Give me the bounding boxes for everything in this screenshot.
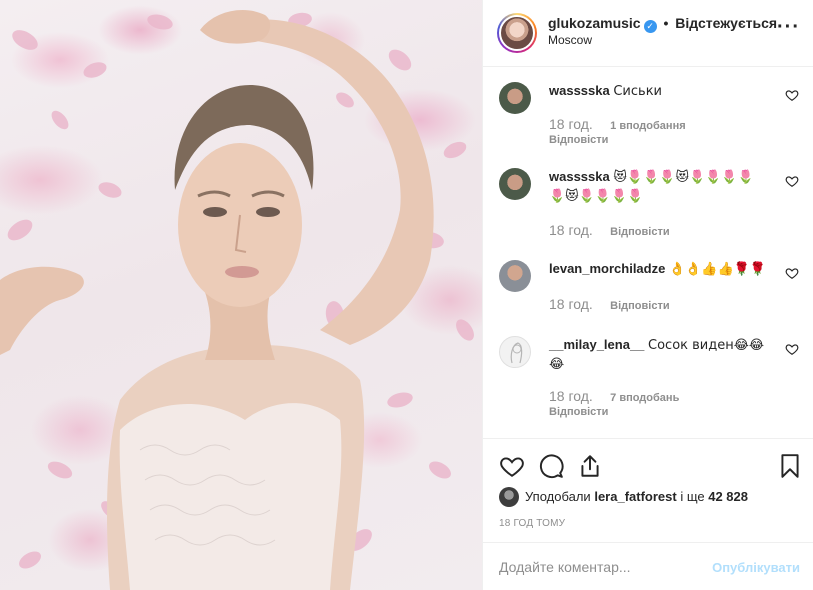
- commenter-avatar[interactable]: [499, 168, 531, 200]
- comment-icon[interactable]: [538, 453, 564, 479]
- commenter-username[interactable]: wasssska: [549, 83, 610, 98]
- sketch-avatar-icon: [510, 342, 523, 364]
- liker-avatar[interactable]: [499, 487, 519, 507]
- author-avatar[interactable]: [499, 15, 535, 51]
- comment-heart-icon[interactable]: [785, 342, 799, 356]
- publish-button[interactable]: Опублікувати: [712, 560, 800, 575]
- comment-time[interactable]: 18 год.: [549, 388, 593, 404]
- comment-reply-button[interactable]: Відповісти: [610, 226, 669, 238]
- add-comment-bar: Опублікувати: [483, 542, 813, 590]
- comment-heart-icon[interactable]: [785, 174, 799, 188]
- comment-meta: 18 год. 1 вподобання: [549, 116, 686, 132]
- comment-reply-button[interactable]: Відповісти: [549, 134, 608, 146]
- author-avatar-ring[interactable]: [497, 13, 537, 53]
- likes-summary: Уподобали lera_fatforest і ще 42 828: [499, 487, 748, 507]
- likes-prefix: Уподобали: [525, 489, 591, 504]
- share-icon[interactable]: [577, 453, 603, 479]
- commenter-username[interactable]: wasssska: [549, 169, 610, 184]
- comment-likes[interactable]: 7 вподобань: [610, 392, 679, 404]
- post-header: glukozamusic ✓ • Відстежується Moscow ···: [483, 0, 813, 67]
- comment-body: levan_morchiladze 👌👌👍👍🌹🌹: [549, 260, 769, 279]
- comment-text: Сиськи: [613, 84, 662, 99]
- liker-username[interactable]: lera_fatforest: [594, 489, 676, 504]
- post-time-ago[interactable]: 18 ГОД ТОМУ: [499, 518, 565, 529]
- comment-item: wasssska 😻🌷🌷🌷😻🌷🌷🌷🌷🌷😻🌷🌷🌷🌷 18 год. Відпові…: [499, 168, 799, 248]
- separator-dot: •: [663, 15, 669, 31]
- comment-reply-button[interactable]: Відповісти: [610, 300, 669, 312]
- heart-icon[interactable]: [499, 453, 525, 479]
- comment-meta: 18 год. 7 вподобань: [549, 388, 679, 404]
- comment-time[interactable]: 18 год.: [549, 222, 593, 238]
- more-options-icon[interactable]: ···: [777, 17, 800, 37]
- comment-input[interactable]: [499, 557, 699, 577]
- comment-time[interactable]: 18 год.: [549, 296, 593, 312]
- comment-meta: 18 год. Відповісти: [549, 296, 670, 312]
- comment-body: wasssska 😻🌷🌷🌷😻🌷🌷🌷🌷🌷😻🌷🌷🌷🌷: [549, 168, 769, 206]
- comment-body: wasssska Сиськи: [549, 82, 769, 101]
- comment-heart-icon[interactable]: [785, 88, 799, 102]
- commenter-avatar[interactable]: [499, 336, 531, 368]
- comment-reply-button[interactable]: Відповісти: [549, 406, 608, 418]
- author-username[interactable]: glukozamusic: [548, 15, 641, 31]
- bookmark-icon[interactable]: [777, 453, 803, 479]
- commenter-avatar[interactable]: [499, 260, 531, 292]
- post-photo[interactable]: [0, 0, 482, 590]
- comment-item: wasssska Сиськи 18 год. 1 вподобання Від…: [499, 82, 799, 152]
- comment-time[interactable]: 18 год.: [549, 116, 593, 132]
- commenter-username[interactable]: __milay_lena__: [549, 337, 644, 352]
- comment-meta: 18 год. Відповісти: [549, 222, 670, 238]
- commenter-avatar[interactable]: [499, 82, 531, 114]
- comments-list[interactable]: wasssska Сиськи 18 год. 1 вподобання Від…: [483, 68, 813, 438]
- post-side-panel: glukozamusic ✓ • Відстежується Moscow ···…: [482, 0, 813, 590]
- comment-item: levan_morchiladze 👌👌👍👍🌹🌹 18 год. Відпові…: [499, 260, 799, 320]
- verified-badge-icon: ✓: [643, 20, 657, 33]
- comment-item: __milay_lena__ Сосок виден😂😂😂 18 год. 7 …: [499, 336, 799, 426]
- comment-body: __milay_lena__ Сосок виден😂😂😂: [549, 336, 769, 374]
- comment-text: 👌👌👍👍🌹🌹: [668, 262, 767, 277]
- likes-count[interactable]: 42 828: [708, 489, 748, 504]
- likes-suffix: і ще: [680, 489, 705, 504]
- follow-state-button[interactable]: Відстежується: [675, 15, 777, 31]
- comment-heart-icon[interactable]: [785, 266, 799, 280]
- post-location[interactable]: Moscow: [548, 33, 592, 47]
- comment-likes[interactable]: 1 вподобання: [610, 120, 685, 132]
- post-user-line: glukozamusic ✓ • Відстежується: [548, 15, 777, 33]
- post-photo-illustration: [0, 10, 474, 590]
- commenter-username[interactable]: levan_morchiladze: [549, 261, 665, 276]
